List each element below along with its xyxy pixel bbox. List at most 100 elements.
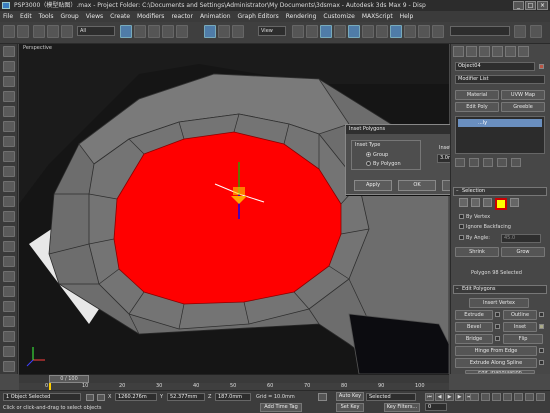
spinner-snap-icon[interactable] xyxy=(362,25,374,38)
weld-icon[interactable] xyxy=(3,181,15,192)
bind-space-warp-icon[interactable] xyxy=(61,25,73,38)
bevel-button[interactable]: Bevel xyxy=(455,322,493,332)
hierarchy-tab-icon[interactable] xyxy=(479,46,490,57)
edit-named-selection-icon[interactable] xyxy=(376,25,388,38)
ok-button[interactable]: OK xyxy=(398,180,436,191)
camera-icon[interactable] xyxy=(3,106,15,117)
object-name-field[interactable]: Object04 xyxy=(455,62,535,71)
add-time-tag-button[interactable]: Add Time Tag xyxy=(260,403,302,412)
select-scale-icon[interactable] xyxy=(218,25,230,38)
key-mode-dropdown[interactable]: Selected xyxy=(366,393,416,401)
remove-modifier-icon[interactable] xyxy=(497,158,507,167)
polygon-icon[interactable] xyxy=(495,198,507,210)
outline-button[interactable]: Outline xyxy=(503,310,537,320)
menu-maxscript[interactable]: MAXScript xyxy=(362,13,393,20)
menu-create[interactable]: Create xyxy=(110,13,130,20)
hinge-settings-icon[interactable] xyxy=(539,348,544,353)
undo-icon[interactable] xyxy=(3,25,15,38)
time-slider[interactable]: 0 / 100 xyxy=(19,374,449,383)
modifier-stack-item[interactable]: ...ly xyxy=(458,119,542,127)
x-coordinate-field[interactable]: 1260.276m xyxy=(115,393,157,401)
close-button[interactable]: × xyxy=(537,1,548,10)
bridge-icon[interactable] xyxy=(3,271,15,282)
insert-vertex-button[interactable]: Insert Vertex xyxy=(469,298,529,308)
select-manipulate-icon[interactable] xyxy=(306,25,318,38)
key-icon[interactable] xyxy=(318,393,327,401)
render-scene-icon[interactable] xyxy=(530,25,542,38)
select-by-name-icon[interactable] xyxy=(134,25,146,38)
orbit-icon[interactable] xyxy=(536,393,545,401)
edge-icon[interactable] xyxy=(471,198,480,207)
z-coordinate-field[interactable]: 187.0mm xyxy=(215,393,251,401)
field-of-view-icon[interactable] xyxy=(514,393,523,401)
absolute-mode-icon[interactable] xyxy=(97,394,105,401)
flip-icon[interactable] xyxy=(3,346,15,357)
flip-button[interactable]: Flip xyxy=(503,334,543,344)
radio-group-icon[interactable] xyxy=(366,152,371,157)
hinge-from-edge-button[interactable]: Hinge From Edge xyxy=(455,346,537,356)
by-angle-box[interactable] xyxy=(459,235,464,240)
rotate-icon[interactable] xyxy=(3,76,15,87)
menu-file[interactable]: File xyxy=(3,13,13,20)
edit-triangulation-button[interactable]: Edit Triangulation xyxy=(465,370,535,374)
zoom-all-icon[interactable] xyxy=(481,393,490,401)
radio-by-polygon[interactable]: By Polygon xyxy=(366,161,401,167)
perspective-viewport[interactable]: Perspective xyxy=(19,44,449,374)
window-crossing-icon[interactable] xyxy=(162,25,174,38)
extrude-settings-icon[interactable] xyxy=(495,312,500,317)
menu-rendering[interactable]: Rendering xyxy=(286,13,317,20)
configure-sets-icon[interactable] xyxy=(511,158,521,167)
snap-icon[interactable] xyxy=(3,91,15,102)
selection-filter-dropdown[interactable]: All xyxy=(77,26,115,36)
rectangular-selection-icon[interactable] xyxy=(148,25,160,38)
arrow-icon[interactable] xyxy=(3,46,15,57)
menu-modifiers[interactable]: Modifiers xyxy=(137,13,164,20)
time-slider-thumb[interactable]: 0 / 100 xyxy=(49,375,89,383)
play-icon[interactable]: ▶ xyxy=(445,393,454,401)
outline-settings-icon[interactable] xyxy=(539,312,544,317)
go-to-start-icon[interactable]: ⏮ xyxy=(425,393,434,401)
menu-group[interactable]: Group xyxy=(60,13,78,20)
apply-button[interactable]: Apply xyxy=(354,180,392,191)
next-frame-icon[interactable]: ▶ xyxy=(455,393,464,401)
snaps-toggle-icon[interactable] xyxy=(320,25,332,38)
track-bar[interactable]: 10 20 30 40 50 60 70 80 90 100 0 xyxy=(19,383,449,390)
bridge-settings-icon[interactable] xyxy=(495,336,500,341)
by-angle-checkbox[interactable]: By Angle: xyxy=(459,235,490,241)
ignore-backfacing-checkbox[interactable]: Ignore Backfacing xyxy=(459,224,511,230)
align-icon[interactable] xyxy=(404,25,416,38)
vertex-icon[interactable] xyxy=(459,198,468,207)
menu-tools[interactable]: Tools xyxy=(39,13,54,20)
uvw-map-button[interactable]: UVW Map xyxy=(501,90,545,100)
menu-edit[interactable]: Edit xyxy=(20,13,32,20)
named-selection-sets-dropdown[interactable] xyxy=(450,26,510,36)
greeble-button[interactable]: Greeble xyxy=(501,102,545,112)
menu-graph-editors[interactable]: Graph Editors xyxy=(238,13,279,20)
relax-icon[interactable] xyxy=(3,316,15,327)
pin-stack-icon[interactable] xyxy=(455,158,465,167)
create-tab-icon[interactable] xyxy=(453,46,464,57)
border-icon[interactable] xyxy=(483,198,492,207)
layer-manager-icon[interactable] xyxy=(418,25,430,38)
ignore-backfacing-box[interactable] xyxy=(459,224,464,229)
chain-icon[interactable] xyxy=(3,61,15,72)
chamfer-icon[interactable] xyxy=(3,196,15,207)
shrink-button[interactable]: Shrink xyxy=(455,247,499,257)
extrude-icon[interactable] xyxy=(3,226,15,237)
pan-icon[interactable] xyxy=(525,393,534,401)
mirror-icon[interactable] xyxy=(390,25,402,38)
bridge-button[interactable]: Bridge xyxy=(455,334,493,344)
lock-selection-icon[interactable] xyxy=(86,394,94,401)
menu-animation[interactable]: Animation xyxy=(200,13,231,20)
bevel-settings-icon[interactable] xyxy=(495,324,500,329)
object-color-swatch[interactable] xyxy=(539,64,544,69)
connect-icon[interactable] xyxy=(3,211,15,222)
reference-coordinate-dropdown[interactable]: View xyxy=(258,26,286,36)
inset-button[interactable]: Inset xyxy=(503,322,537,332)
set-key-button[interactable]: Set Key xyxy=(336,403,364,412)
modifier-list-dropdown[interactable]: Modifier List xyxy=(455,75,545,84)
show-end-result-icon[interactable] xyxy=(469,158,479,167)
inset-settings-icon[interactable] xyxy=(539,324,544,329)
minimize-button[interactable]: _ xyxy=(513,1,524,10)
maximize-button[interactable]: □ xyxy=(525,1,536,10)
